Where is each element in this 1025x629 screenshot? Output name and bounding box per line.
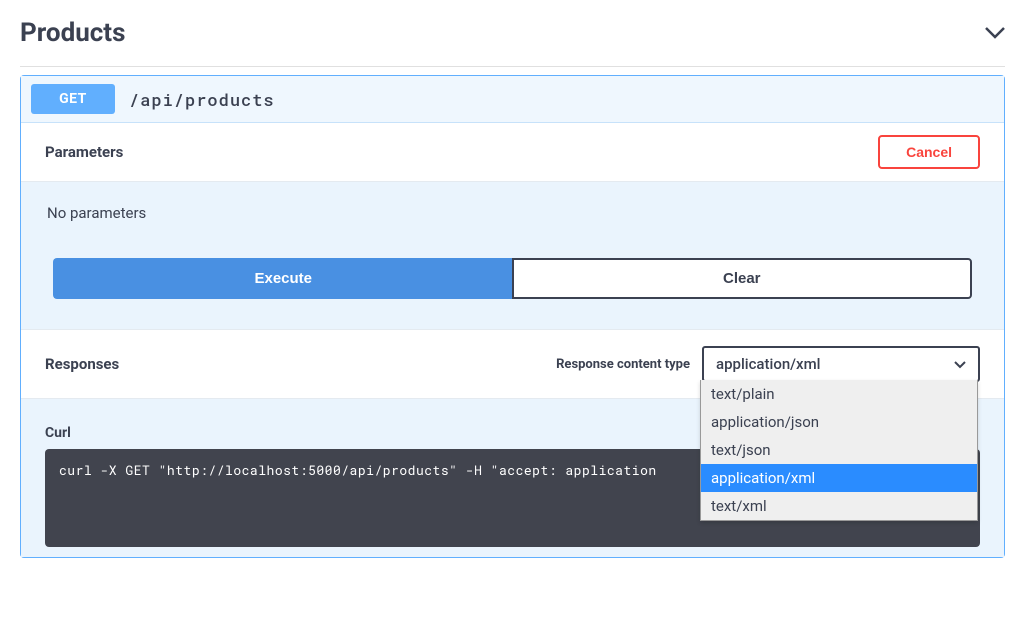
content-type-select[interactable]: application/xml text/plainapplication/js… (702, 346, 980, 382)
clear-button[interactable]: Clear (512, 258, 973, 299)
chevron-down-icon (954, 355, 966, 373)
action-buttons-row: Execute Clear (21, 258, 1004, 329)
content-type-dropdown: text/plainapplication/jsontext/jsonappli… (700, 380, 978, 521)
cancel-button[interactable]: Cancel (878, 135, 980, 169)
parameters-title: Parameters (45, 143, 123, 161)
chevron-down-icon (985, 24, 1005, 43)
content-type-area: Response content type application/xml te… (556, 346, 980, 382)
endpoint-path: /api/products (129, 88, 275, 111)
content-type-label: Response content type (556, 357, 690, 372)
section-header[interactable]: Products (20, 8, 1005, 67)
no-parameters-text: No parameters (21, 182, 1004, 258)
operation-header[interactable]: GET /api/products (21, 76, 1004, 123)
dropdown-option[interactable]: text/xml (701, 492, 977, 520)
operation-block: GET /api/products Parameters Cancel No p… (20, 75, 1005, 558)
parameters-header: Parameters Cancel (21, 123, 1004, 182)
dropdown-option[interactable]: application/xml (701, 464, 977, 492)
responses-title: Responses (45, 355, 119, 373)
section-title: Products (20, 18, 125, 48)
http-method-badge: GET (31, 84, 115, 114)
dropdown-option[interactable]: text/json (701, 436, 977, 464)
content-type-selected-value: application/xml (716, 355, 820, 373)
dropdown-option[interactable]: application/json (701, 408, 977, 436)
dropdown-option[interactable]: text/plain (701, 380, 977, 408)
responses-header: Responses Response content type applicat… (21, 329, 1004, 399)
execute-button[interactable]: Execute (53, 258, 512, 299)
